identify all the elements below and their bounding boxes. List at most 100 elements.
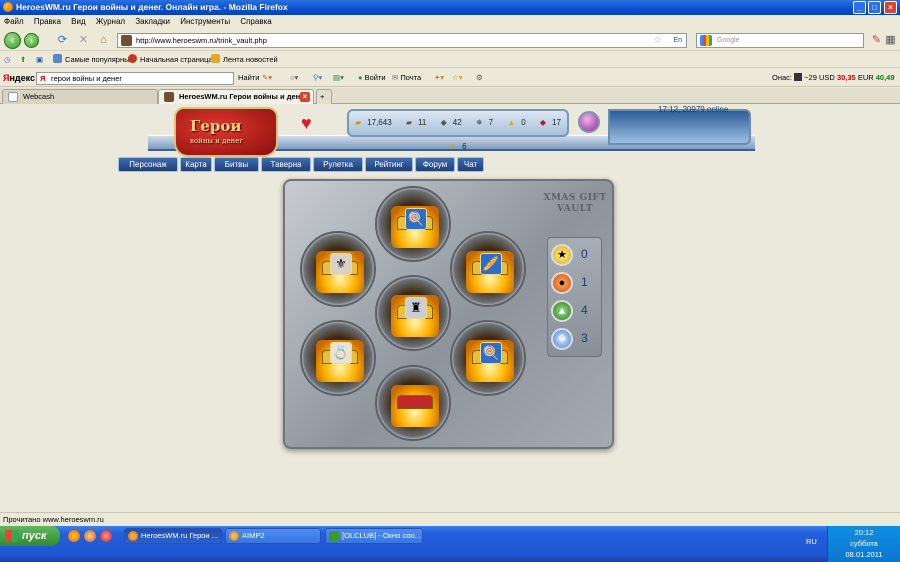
maximize-button[interactable]: □ [868, 1, 881, 14]
page-content: 17:12, 20979 online Герои войны и денег … [0, 105, 900, 512]
crystal-resource: ◆ 17 [537, 118, 564, 127]
logo-subtitle: войны и денег [190, 137, 244, 145]
nav-roulette[interactable]: Рулетка [313, 157, 363, 172]
home-icon[interactable]: ⌂ [97, 34, 110, 47]
nav-tavern[interactable]: Таверна [261, 157, 311, 172]
site-favicon [121, 35, 132, 46]
task-firefox[interactable]: HeroesWM.ru Герои ... [124, 528, 222, 544]
start-button[interactable]: пуск [0, 526, 60, 546]
taskbar: пуск HeroesWM.ru Герои ... AIMP2 [OLCLUB… [0, 526, 900, 562]
favorites-icon[interactable]: ☆▾ [452, 69, 463, 87]
tab-webcash[interactable]: Webcash [2, 89, 158, 104]
nav-character[interactable]: Персонаж [118, 157, 178, 172]
gift-vault: XMAS GIFT VAULT 🍭 ⚜ 🥖 ♜ 💍 🍭 ★ 0 ● 1 ▲ 4 ❄ 3 [283, 179, 614, 449]
opera-quicklaunch-icon[interactable] [100, 530, 112, 542]
chat-icon[interactable]: ○▾ [290, 69, 298, 87]
menu-bookmarks[interactable]: Закладки [135, 17, 170, 26]
menu-help[interactable]: Справка [240, 17, 271, 26]
gift-chest: 💍 [316, 340, 364, 382]
yandex-find-button[interactable]: Найти [238, 69, 259, 87]
wood-icon: ▰ [405, 118, 413, 127]
yandex-toolbar: Яндекс Я герои войны и денег Найти ✎▾ ○▾… [0, 69, 900, 87]
close-tab-icon[interactable]: × [300, 92, 310, 102]
nav-chat[interactable]: Чат [457, 157, 484, 172]
nav-battles[interactable]: Битвы [214, 157, 259, 172]
nav-map[interactable]: Карта [180, 157, 212, 172]
google-icon [700, 35, 712, 46]
menu-edit[interactable]: Правка [34, 17, 61, 26]
extension-icon[interactable]: ▦ [884, 34, 897, 47]
pencil-icon[interactable]: ✎▾ [262, 69, 272, 87]
gift-slot-4[interactable]: ♜ [375, 275, 451, 351]
stop-icon[interactable]: ✕ [77, 34, 90, 47]
task-label: AIMP2 [242, 531, 265, 540]
save-icon[interactable]: ▣ [36, 52, 43, 68]
back-button[interactable]: ‹ [4, 32, 21, 49]
bookmark-icon [128, 54, 137, 63]
crystal-icon: ◆ [539, 118, 547, 127]
gift-slot-1[interactable]: 🍭 [375, 186, 451, 262]
menu-view[interactable]: Вид [71, 17, 85, 26]
ornament-icon: ● [551, 272, 573, 294]
heart-icon[interactable]: ♥ [301, 113, 312, 134]
app-quicklaunch-icon[interactable] [84, 530, 96, 542]
potion-icon[interactable] [578, 111, 600, 133]
system-tray: 20:12 суббота 08.01.2011 [827, 526, 900, 562]
nav-rating[interactable]: Рейтинг [365, 157, 413, 172]
close-button[interactable]: × [884, 1, 897, 14]
bookmark-news-feed[interactable]: Лента новостей [211, 52, 278, 68]
tab-heroeswm[interactable]: HeroesWM.ru Герои войны и ден... × [158, 89, 314, 104]
task-aimp[interactable]: AIMP2 [225, 528, 321, 544]
gift-slot-5[interactable]: 💍 [300, 320, 376, 396]
task-label: [OLCLUB] - Окно соо... [342, 531, 421, 540]
url-bar[interactable]: http://www.heroeswm.ru/trink_vault.php ☆… [117, 33, 687, 48]
yandex-mail-button[interactable]: ✉ Почта [392, 69, 421, 87]
language-indicator[interactable]: En [673, 34, 682, 47]
reload-icon[interactable]: ⟳ [56, 34, 69, 47]
tree-counter: ▲ 4 [551, 300, 601, 324]
bookmark-start-page[interactable]: Начальная страница [128, 52, 213, 68]
aimp-icon [229, 531, 239, 541]
keyboard-language[interactable]: RU [806, 537, 817, 546]
translate-icon[interactable]: ▤▾ [333, 69, 344, 87]
nav-forum[interactable]: Форум [415, 157, 455, 172]
bookmark-popular[interactable]: Самые популярные [53, 52, 134, 68]
menu-file[interactable]: Файл [4, 17, 24, 26]
gift-chest: ♜ [391, 295, 439, 337]
menu-tools[interactable]: Инструменты [180, 17, 230, 26]
minimize-button[interactable]: _ [853, 1, 866, 14]
star-icon: ★ [551, 244, 573, 266]
gift-slot-7[interactable] [375, 365, 451, 441]
gift-slot-2[interactable]: ⚜ [300, 231, 376, 307]
weather-label: Онас: [772, 73, 795, 82]
gift-slot-3[interactable]: 🥖 [450, 231, 526, 307]
collected-counters: ★ 0 ● 1 ▲ 4 ❄ 3 [547, 237, 602, 357]
navigation-toolbar: ‹ › ⟳ ✕ ⌂ http://www.heroeswm.ru/trink_v… [0, 29, 900, 51]
history-icon[interactable]: ◷ [4, 52, 11, 68]
tool-icon[interactable]: ✎ [870, 34, 883, 47]
tab-label: HeroesWM.ru Герои войны и ден... [179, 92, 307, 101]
search-input[interactable]: Google [696, 33, 864, 48]
settings-icon[interactable]: ⚙ [476, 69, 483, 87]
yandex-logo[interactable]: Яндекс [3, 69, 35, 87]
gift-icon[interactable]: ✦▾ [434, 69, 444, 87]
forward-button[interactable]: › [24, 33, 39, 48]
star-icon[interactable]: ☆ [653, 34, 662, 47]
firefox-quicklaunch-icon[interactable] [68, 530, 80, 542]
login-icon: ● [358, 73, 365, 82]
gift-slot-6[interactable]: 🍭 [450, 320, 526, 396]
mercury-icon: ✸ [475, 118, 483, 127]
usd-rate: 30,35 [836, 73, 856, 82]
sync-icon[interactable]: ⬆ [20, 52, 26, 68]
weather-icon[interactable]: ⚲▾ [313, 69, 322, 87]
yandex-login-button[interactable]: ● Войти [358, 69, 386, 87]
yandex-search-input[interactable]: Я герои войны и денег [36, 72, 234, 85]
window-title: HeroesWM.ru Герои войны и денег. Онлайн … [16, 2, 288, 12]
clock-time[interactable]: 20:12 [828, 527, 900, 538]
new-tab-button[interactable]: + [316, 89, 332, 104]
armor-icon: ⚜ [330, 253, 352, 275]
game-logo[interactable]: Герои войны и денег [174, 107, 278, 157]
menu-history[interactable]: Журнал [96, 17, 125, 26]
ore-resource: ◆ 42 [438, 118, 465, 127]
task-olclub[interactable]: [OLCLUB] - Окно соо... [325, 528, 423, 544]
